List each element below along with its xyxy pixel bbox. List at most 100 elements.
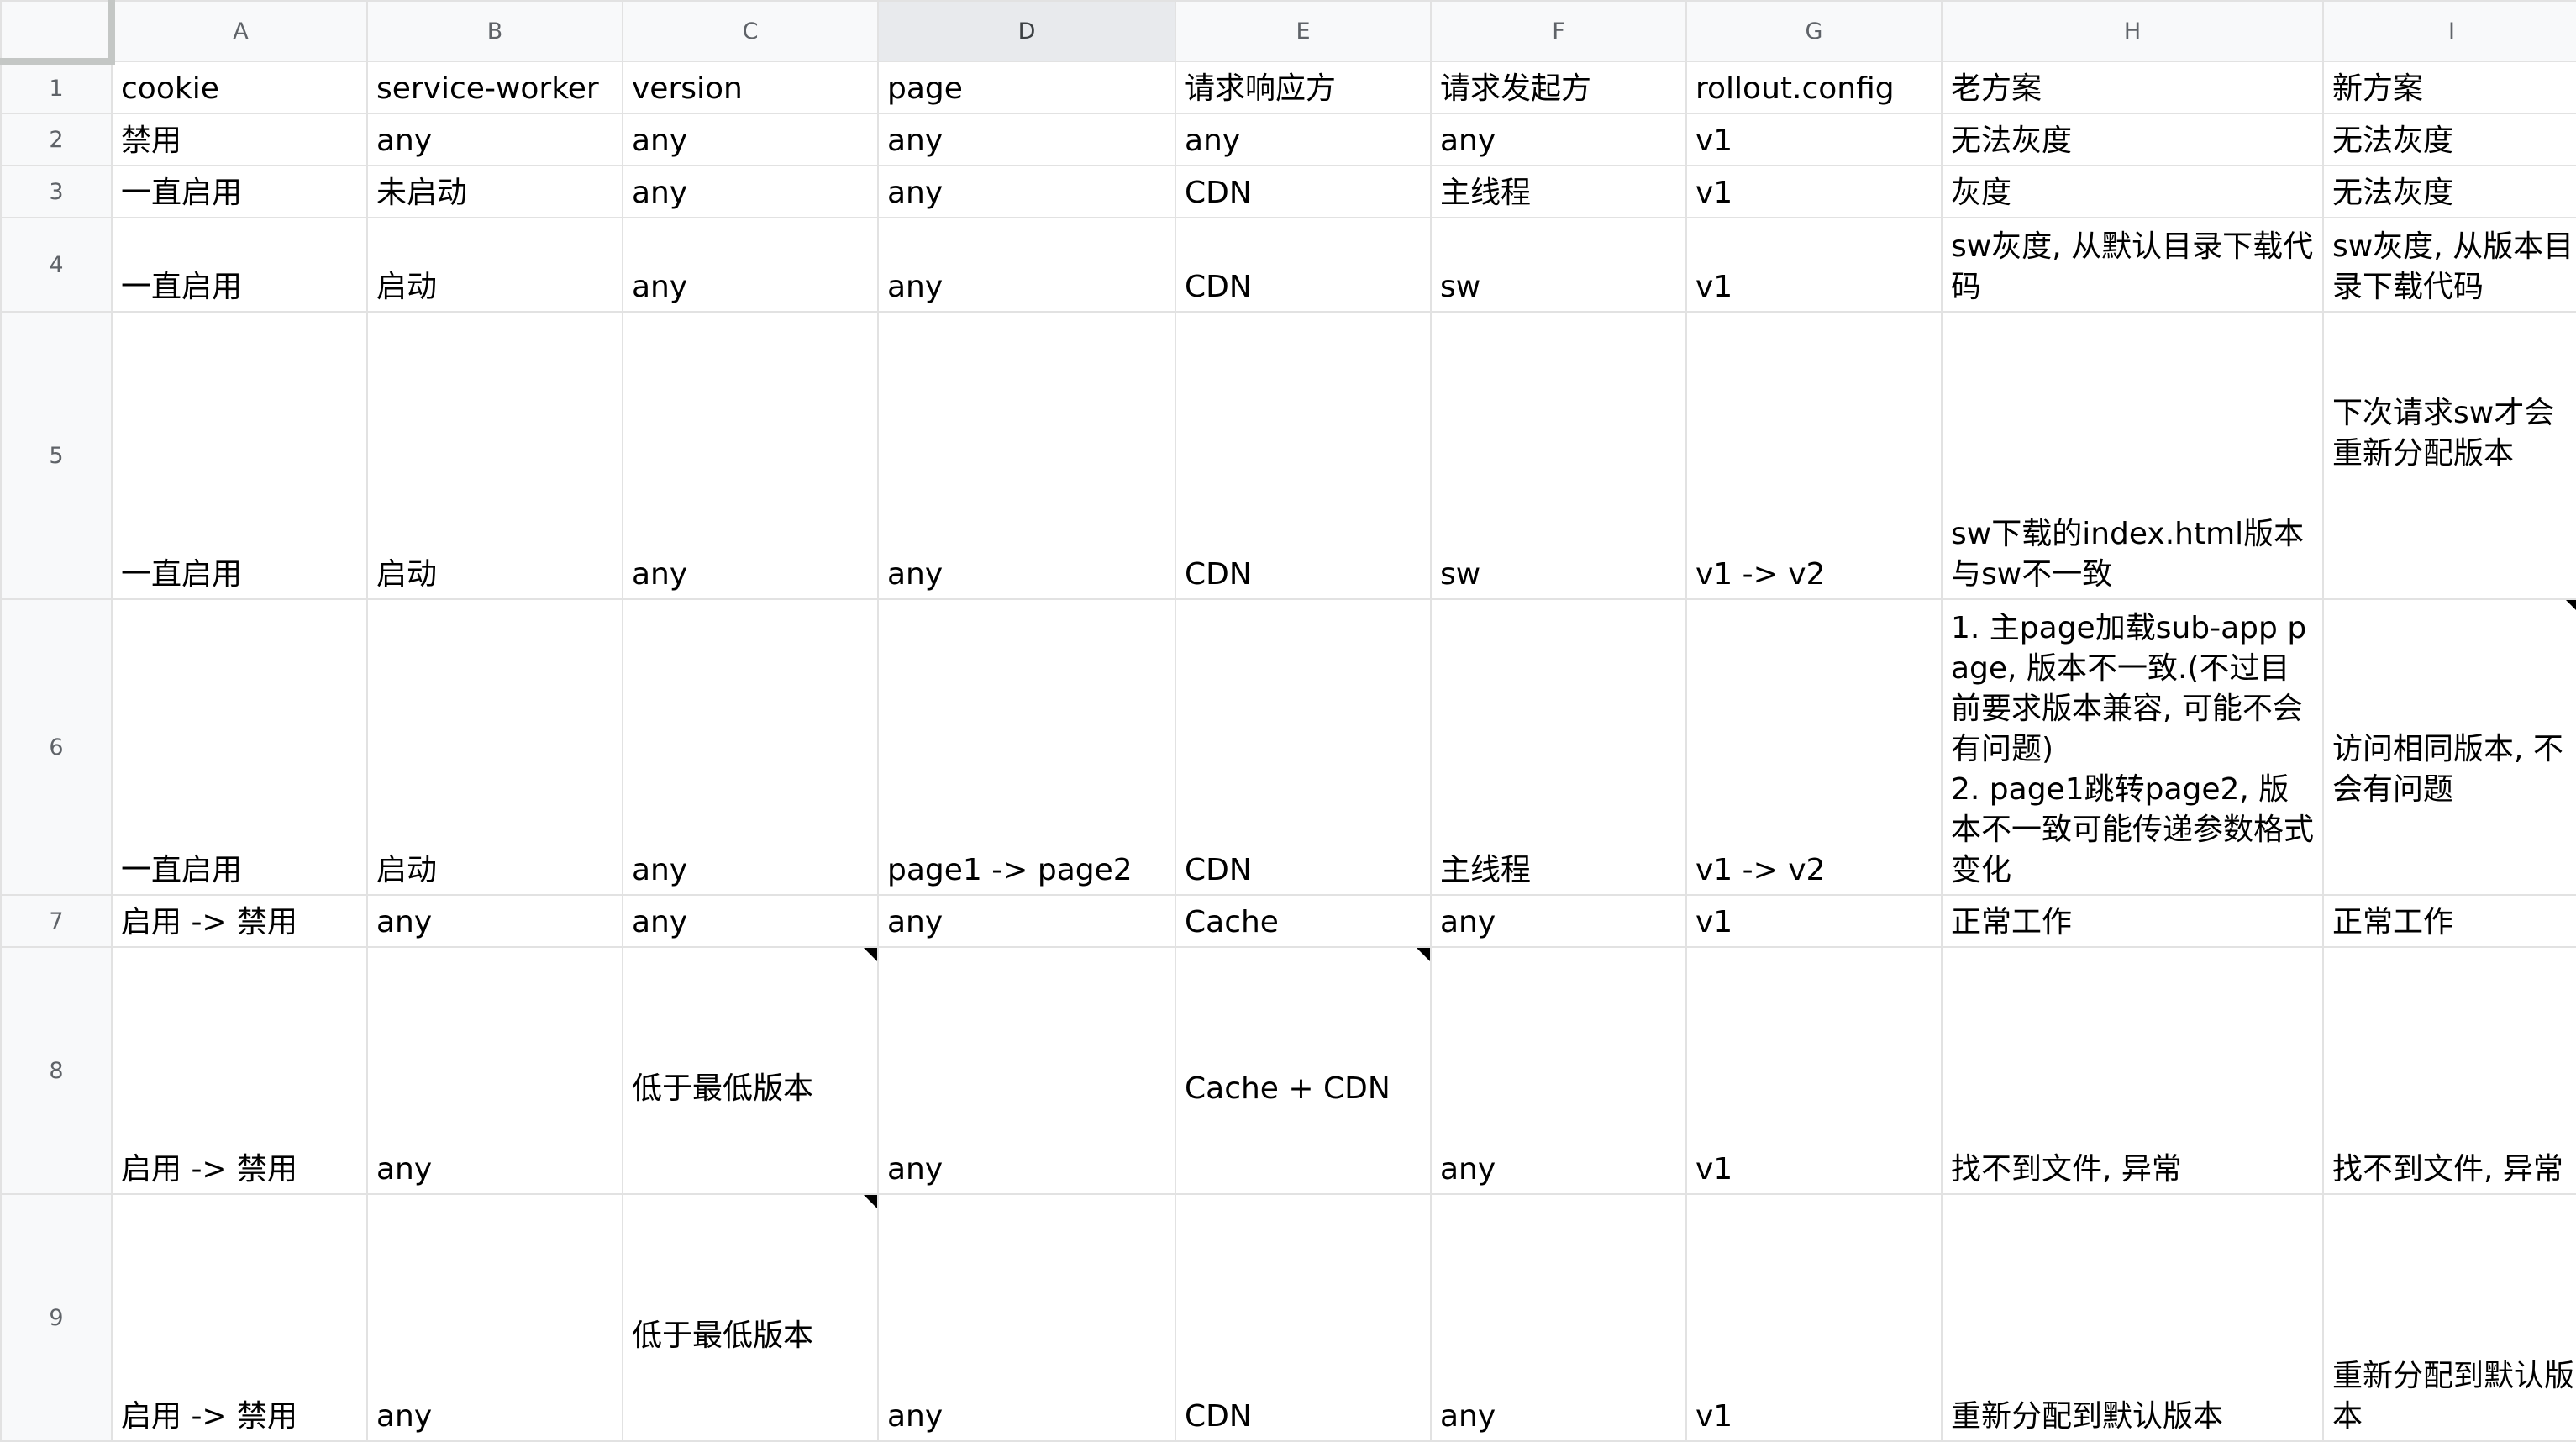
row-header[interactable]: 3 — [0, 165, 113, 218]
row-header[interactable]: 7 — [0, 894, 113, 948]
cell-b4[interactable]: 启动 — [366, 217, 623, 313]
cell-h5[interactable]: sw下载的index.html版本与sw不一致 — [1941, 311, 2324, 600]
cell-g4[interactable]: v1 — [1685, 217, 1943, 313]
cell-g2[interactable]: v1 — [1685, 113, 1943, 166]
cell-f4[interactable]: sw — [1430, 217, 1687, 313]
cell-d5[interactable]: any — [877, 311, 1176, 600]
cell-g5[interactable]: v1 -> v2 — [1685, 311, 1943, 600]
cell-g3[interactable]: v1 — [1685, 165, 1943, 218]
cell-f9[interactable]: any — [1430, 1193, 1687, 1442]
cell-h3[interactable]: 灰度 — [1941, 165, 2324, 218]
cell-e8[interactable]: Cache + CDN — [1175, 946, 1432, 1195]
cell-i6[interactable]: 访问相同版本, 不会有问题 — [2322, 598, 2576, 896]
note-indicator-icon[interactable] — [864, 1196, 876, 1208]
cell-g6[interactable]: v1 -> v2 — [1685, 598, 1943, 896]
cell-d3[interactable]: any — [877, 165, 1176, 218]
cell-d7[interactable]: any — [877, 894, 1176, 948]
cell-f7[interactable]: any — [1430, 894, 1687, 948]
cell-a5[interactable]: 一直启用 — [111, 311, 368, 600]
cell-e4[interactable]: CDN — [1175, 217, 1432, 313]
cell-e6[interactable]: CDN — [1175, 598, 1432, 896]
cell-f5[interactable]: sw — [1430, 311, 1687, 600]
cell-d4[interactable]: any — [877, 217, 1176, 313]
row-header[interactable]: 1 — [0, 61, 113, 114]
column-header-i[interactable]: I — [2322, 0, 2576, 62]
cell-b2[interactable]: any — [366, 113, 623, 166]
cell-d6[interactable]: page1 -> page2 — [877, 598, 1176, 896]
cell-i4[interactable]: sw灰度, 从版本目录下载代码 — [2322, 217, 2576, 313]
column-header-f[interactable]: F — [1430, 0, 1687, 62]
row-header[interactable]: 9 — [0, 1193, 113, 1442]
cell-c6[interactable]: any — [622, 598, 879, 896]
cell-b6[interactable]: 启动 — [366, 598, 623, 896]
cell-a8[interactable]: 启用 -> 禁用 — [111, 946, 368, 1195]
cell-h6[interactable]: 1. 主page加载sub-app page, 版本不一致.(不过目前要求版本兼… — [1941, 598, 2324, 896]
cell-h1[interactable]: 老方案 — [1941, 61, 2324, 114]
row-header[interactable]: 4 — [0, 217, 113, 313]
cell-f2[interactable]: any — [1430, 113, 1687, 166]
row-header[interactable]: 5 — [0, 311, 113, 600]
cell-e9[interactable]: CDN — [1175, 1193, 1432, 1442]
cell-c9[interactable]: 低于最低版本 — [622, 1193, 879, 1442]
cell-e1[interactable]: 请求响应方 — [1175, 61, 1432, 114]
cell-i3[interactable]: 无法灰度 — [2322, 165, 2576, 218]
cell-f8[interactable]: any — [1430, 946, 1687, 1195]
select-all-corner[interactable] — [0, 0, 115, 65]
cell-b5[interactable]: 启动 — [366, 311, 623, 600]
cell-e2[interactable]: any — [1175, 113, 1432, 166]
cell-g7[interactable]: v1 — [1685, 894, 1943, 948]
cell-b7[interactable]: any — [366, 894, 623, 948]
cell-c3[interactable]: any — [622, 165, 879, 218]
cell-a7[interactable]: 启用 -> 禁用 — [111, 894, 368, 948]
cell-i1[interactable]: 新方案 — [2322, 61, 2576, 114]
cell-d2[interactable]: any — [877, 113, 1176, 166]
cell-g1[interactable]: rollout.config — [1685, 61, 1943, 114]
cell-h7[interactable]: 正常工作 — [1941, 894, 2324, 948]
cell-b9[interactable]: any — [366, 1193, 623, 1442]
cell-i9[interactable]: 重新分配到默认版本 — [2322, 1193, 2576, 1442]
row-header[interactable]: 6 — [0, 598, 113, 896]
cell-c2[interactable]: any — [622, 113, 879, 166]
cell-i5[interactable]: 下次请求sw才会重新分配版本 — [2322, 311, 2576, 600]
cell-g9[interactable]: v1 — [1685, 1193, 1943, 1442]
cell-a9[interactable]: 启用 -> 禁用 — [111, 1193, 368, 1442]
cell-c7[interactable]: any — [622, 894, 879, 948]
cell-f6[interactable]: 主线程 — [1430, 598, 1687, 896]
row-header[interactable]: 8 — [0, 946, 113, 1195]
note-indicator-icon[interactable] — [2566, 601, 2576, 613]
cell-c1[interactable]: version — [622, 61, 879, 114]
cell-b8[interactable]: any — [366, 946, 623, 1195]
cell-c4[interactable]: any — [622, 217, 879, 313]
cell-i8[interactable]: 找不到文件, 异常 — [2322, 946, 2576, 1195]
cell-h8[interactable]: 找不到文件, 异常 — [1941, 946, 2324, 1195]
cell-a3[interactable]: 一直启用 — [111, 165, 368, 218]
cell-h2[interactable]: 无法灰度 — [1941, 113, 2324, 166]
cell-d1[interactable]: page — [877, 61, 1176, 114]
cell-c8[interactable]: 低于最低版本 — [622, 946, 879, 1195]
cell-e7[interactable]: Cache — [1175, 894, 1432, 948]
column-header-d[interactable]: D — [877, 0, 1176, 62]
cell-b3[interactable]: 未启动 — [366, 165, 623, 218]
cell-d8[interactable]: any — [877, 946, 1176, 1195]
cell-c5[interactable]: any — [622, 311, 879, 600]
cell-a6[interactable]: 一直启用 — [111, 598, 368, 896]
column-header-b[interactable]: B — [366, 0, 623, 62]
cell-a2[interactable]: 禁用 — [111, 113, 368, 166]
cell-a1[interactable]: cookie — [111, 61, 368, 114]
column-header-a[interactable]: A — [111, 0, 368, 62]
cell-f3[interactable]: 主线程 — [1430, 165, 1687, 218]
cell-g8[interactable]: v1 — [1685, 946, 1943, 1195]
cell-i2[interactable]: 无法灰度 — [2322, 113, 2576, 166]
cell-i7[interactable]: 正常工作 — [2322, 894, 2576, 948]
column-header-e[interactable]: E — [1175, 0, 1432, 62]
cell-a4[interactable]: 一直启用 — [111, 217, 368, 313]
cell-d9[interactable]: any — [877, 1193, 1176, 1442]
cell-e3[interactable]: CDN — [1175, 165, 1432, 218]
cell-b1[interactable]: service-worker — [366, 61, 623, 114]
column-header-g[interactable]: G — [1685, 0, 1943, 62]
row-header[interactable]: 2 — [0, 113, 113, 166]
cell-h9[interactable]: 重新分配到默认版本 — [1941, 1193, 2324, 1442]
cell-h4[interactable]: sw灰度, 从默认目录下载代码 — [1941, 217, 2324, 313]
column-header-c[interactable]: C — [622, 0, 879, 62]
cell-f1[interactable]: 请求发起方 — [1430, 61, 1687, 114]
